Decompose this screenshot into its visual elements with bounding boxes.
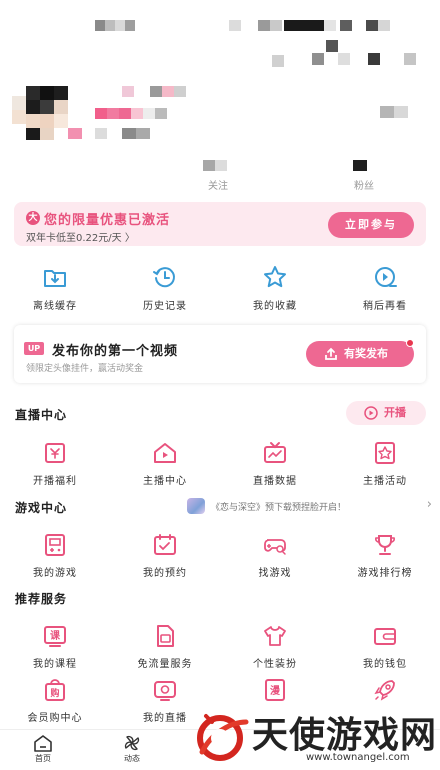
service-label: 会员购中心 — [27, 713, 83, 724]
quick-action-history[interactable]: 历史记录 — [110, 264, 220, 312]
live-item-label: 开播福利 — [33, 476, 77, 487]
game-promo-banner[interactable]: 《恋与深空》预下载预捏脸开启！ › — [187, 496, 432, 516]
service-wallet[interactable]: 我的钱包 — [330, 623, 440, 670]
service-label: 我的课程 — [33, 659, 77, 670]
quick-action-label: 稍后再看 — [363, 301, 407, 312]
upload-reward-button[interactable]: 有奖发布 — [306, 341, 414, 367]
history-icon — [153, 267, 175, 288]
promo-title: 您的限量优惠已激活 — [44, 213, 171, 228]
play-circle-icon — [364, 406, 378, 420]
quick-action-label: 我的收藏 — [253, 301, 297, 312]
game-promo-text: 《恋与深空》预下载预捏脸开启！ — [211, 503, 347, 513]
game-item-label: 找游戏 — [258, 568, 292, 579]
section-title-services: 推荐服务 — [15, 592, 68, 606]
watermark-logo-icon — [197, 714, 249, 761]
chevron-right-icon: › — [426, 497, 432, 512]
up-tag: UP — [24, 342, 44, 355]
service-data-free[interactable]: 免流量服务 — [110, 623, 220, 670]
start-live-button[interactable]: 开播 — [346, 401, 426, 425]
service-label: 免流量服务 — [137, 659, 193, 670]
live-item-label: 主播活动 — [363, 476, 407, 487]
service-my-courses[interactable]: 课 我的课程 — [0, 623, 110, 670]
gift-icon — [45, 443, 65, 463]
quick-action-favorites[interactable]: 我的收藏 — [220, 264, 330, 312]
live-tv-icon — [154, 681, 176, 701]
upload-button-label: 有奖发布 — [344, 347, 388, 360]
svg-text:漫: 漫 — [270, 685, 281, 697]
home-icon — [34, 735, 52, 752]
nav-label: 首页 — [35, 754, 51, 763]
stat-label-followers: 粉丝 — [354, 181, 374, 192]
game-item-label: 我的游戏 — [33, 568, 77, 579]
star-icon — [264, 266, 286, 288]
game-item-reservations[interactable]: 我的预约 — [110, 532, 220, 579]
promo-join-button[interactable]: 立即参与 — [328, 212, 414, 238]
offline-cache-icon — [44, 270, 66, 287]
nav-label: 动态 — [124, 754, 140, 763]
live-item-label: 主播中心 — [143, 476, 187, 487]
site-watermark: 天使游戏网 www.townangel.com — [186, 700, 440, 770]
quick-action-label: 离线缓存 — [33, 301, 77, 312]
tv-chart-icon — [264, 442, 286, 463]
quick-action-watch-later[interactable]: 稍后再看 — [330, 264, 440, 312]
game-item-my-games[interactable]: 我的游戏 — [0, 532, 110, 579]
promo-subtitle[interactable]: 双年卡低至0.22元/天 〉 — [26, 229, 135, 244]
section-title-game: 游戏中心 — [15, 501, 68, 515]
shopping-bag-icon: 购 — [45, 679, 65, 701]
game-item-find-games[interactable]: 找游戏 — [220, 532, 330, 579]
game-item-label: 我的预约 — [143, 568, 187, 579]
quick-action-offline-cache[interactable]: 离线缓存 — [0, 264, 110, 312]
game-item-rankings[interactable]: 游戏排行榜 — [330, 532, 440, 579]
section-title-live: 直播中心 — [15, 408, 68, 422]
first-video-upload-card[interactable]: UP 发布你的第一个视频 领限定头像挂件，赢活动奖金 有奖发布 — [14, 325, 426, 383]
calendar-check-icon — [154, 534, 176, 555]
quick-action-label: 历史记录 — [143, 301, 187, 312]
game-console-icon — [45, 534, 65, 556]
trophy-icon — [375, 535, 395, 555]
svg-text:购: 购 — [50, 687, 59, 699]
nav-home[interactable]: 首页 — [23, 734, 63, 764]
wallet-icon — [374, 628, 396, 645]
gamepad-search-icon — [264, 539, 286, 555]
service-member-shop[interactable]: 购 会员购中心 — [0, 677, 110, 724]
game-item-label: 游戏排行榜 — [357, 568, 413, 579]
live-item-streamer-center[interactable]: 主播中心 — [110, 440, 220, 487]
svg-text:课: 课 — [50, 629, 61, 642]
live-item-live-data[interactable]: 直播数据 — [220, 440, 330, 487]
profile-header: 关注 粉丝 — [0, 0, 440, 195]
game-thumbnail — [187, 498, 205, 514]
upload-subtitle: 领限定头像挂件，赢活动奖金 — [26, 364, 144, 374]
stat-label-following: 关注 — [208, 181, 228, 192]
pinwheel-icon — [124, 735, 140, 751]
streamer-home-icon — [154, 443, 176, 463]
start-live-label: 开播 — [384, 406, 406, 419]
watch-later-icon — [375, 267, 397, 287]
upload-title: 发布你的第一个视频 — [52, 344, 179, 359]
service-personal-style[interactable]: 个性装扮 — [220, 623, 330, 670]
service-label: 我的钱包 — [363, 659, 407, 670]
promo-badge: 大 — [26, 211, 40, 225]
live-item-label: 直播数据 — [253, 476, 297, 487]
watermark-text: 天使游戏网 — [252, 715, 438, 756]
upload-icon — [325, 347, 337, 360]
sim-card-icon — [157, 625, 174, 647]
vip-promo-banner[interactable]: 大 您的限量优惠已激活 双年卡低至0.22元/天 〉 立即参与 — [14, 202, 426, 246]
service-label: 个性装扮 — [253, 659, 297, 670]
nav-dynamics[interactable]: 动态 — [112, 734, 152, 764]
live-item-events[interactable]: 主播活动 — [330, 440, 440, 487]
live-item-benefits[interactable]: 开播福利 — [0, 440, 110, 487]
notification-dot — [406, 339, 414, 347]
watermark-url: www.townangel.com — [306, 752, 410, 763]
star-badge-icon — [375, 442, 395, 464]
course-icon: 课 — [44, 626, 66, 647]
tshirt-icon — [264, 626, 286, 646]
